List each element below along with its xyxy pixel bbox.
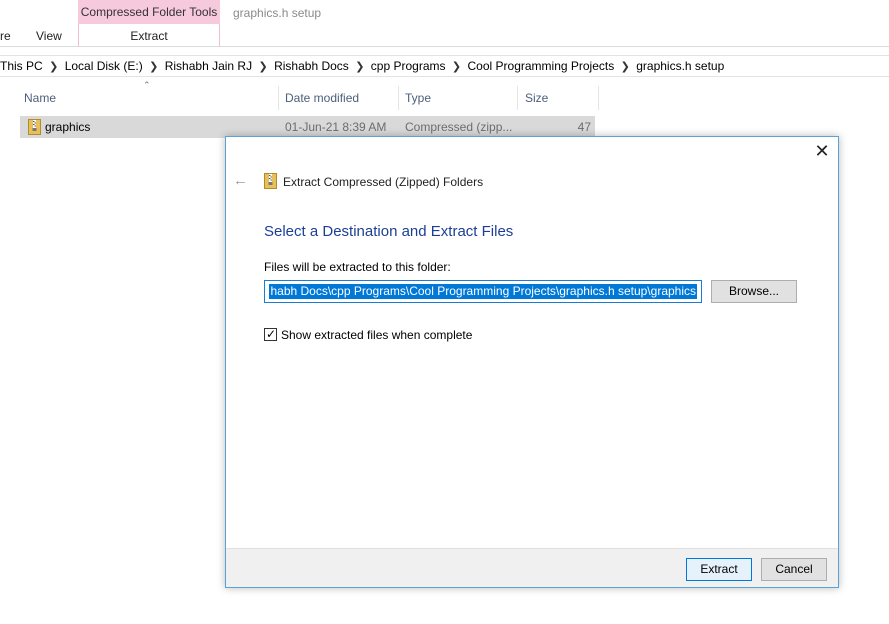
chevron-right-icon[interactable]: ❯: [43, 57, 65, 77]
column-divider[interactable]: [398, 86, 399, 110]
browse-button[interactable]: Browse...: [711, 280, 797, 303]
destination-label: Files will be extracted to this folder:: [264, 260, 451, 274]
column-header-name[interactable]: Name: [24, 86, 56, 110]
chevron-right-icon[interactable]: ❯: [252, 57, 274, 77]
show-extracted-files-label[interactable]: Show extracted files when complete: [281, 328, 472, 342]
column-divider[interactable]: [598, 86, 599, 110]
chevron-right-icon[interactable]: ❯: [143, 57, 165, 77]
destination-path-text: habh Docs\cpp Programs\Cool Programming …: [269, 284, 697, 299]
breadcrumb-this-pc[interactable]: This PC: [0, 56, 43, 76]
breadcrumb-rishabh-jain-rj[interactable]: Rishabh Jain RJ: [165, 56, 252, 76]
file-size: 47 KB: [575, 120, 591, 156]
zip-folder-icon: [264, 173, 277, 189]
column-header-type[interactable]: Type: [405, 86, 431, 110]
cancel-button[interactable]: Cancel: [761, 558, 827, 581]
file-date-modified: 01-Jun-21 8:39 AM: [285, 120, 387, 134]
breadcrumb-rishabh-docs[interactable]: Rishabh Docs: [274, 56, 349, 76]
breadcrumb-cool-programming-projects[interactable]: Cool Programming Projects: [468, 56, 615, 76]
breadcrumb: This PC ❯ Local Disk (E:) ❯ Rishabh Jain RJ ❯…: [0, 56, 724, 78]
checkmark-icon: ✓: [266, 327, 277, 341]
context-group-compressed-folder-tools: Compressed Folder Tools: [78, 0, 220, 24]
breadcrumb-local-disk[interactable]: Local Disk (E:): [65, 56, 143, 76]
column-header-date-modified[interactable]: Date modified: [285, 86, 359, 110]
ribbon-tab-view[interactable]: View: [36, 28, 62, 46]
chevron-right-icon[interactable]: ❯: [349, 57, 371, 77]
extract-button[interactable]: Extract: [686, 558, 752, 581]
show-extracted-files-checkbox[interactable]: ✓: [264, 327, 277, 341]
file-row-graphics[interactable]: graphics 01-Jun-21 8:39 AM Compressed (z…: [20, 116, 595, 156]
breadcrumb-cpp-programs[interactable]: cpp Programs: [371, 56, 446, 76]
chevron-right-icon[interactable]: ❯: [446, 57, 468, 77]
dialog-footer: Extract Cancel: [226, 548, 838, 587]
column-header-size[interactable]: Size: [525, 86, 548, 110]
column-divider[interactable]: [517, 86, 518, 110]
ribbon-divider: [0, 46, 889, 47]
ribbon: re View Compressed Folder Tools Extract …: [0, 0, 889, 47]
chevron-right-icon[interactable]: ❯: [614, 57, 636, 77]
column-divider[interactable]: [278, 86, 279, 110]
zip-folder-icon: [28, 119, 41, 135]
file-type: Compressed (zipp...: [405, 120, 513, 134]
ribbon-tab-share[interactable]: re: [0, 28, 11, 46]
extract-dialog: ✕ ← Extract Compressed (Zipped) Folders …: [225, 136, 839, 588]
address-bar[interactable]: This PC ❯ Local Disk (E:) ❯ Rishabh Jain RJ ❯…: [0, 55, 889, 77]
file-name: graphics: [45, 120, 91, 134]
sort-ascending-icon: ⌃: [143, 80, 151, 90]
ribbon-tab-extract[interactable]: Extract: [78, 28, 220, 44]
back-arrow-icon[interactable]: ←: [233, 173, 248, 189]
dialog-heading: Select a Destination and Extract Files: [264, 223, 514, 240]
breadcrumb-graphics-h-setup[interactable]: graphics.h setup: [636, 56, 724, 76]
dialog-title: Extract Compressed (Zipped) Folders: [283, 175, 484, 189]
destination-path-input[interactable]: habh Docs\cpp Programs\Cool Programming …: [264, 280, 702, 303]
close-icon[interactable]: ✕: [814, 142, 830, 160]
window-title: graphics.h setup: [233, 6, 322, 20]
